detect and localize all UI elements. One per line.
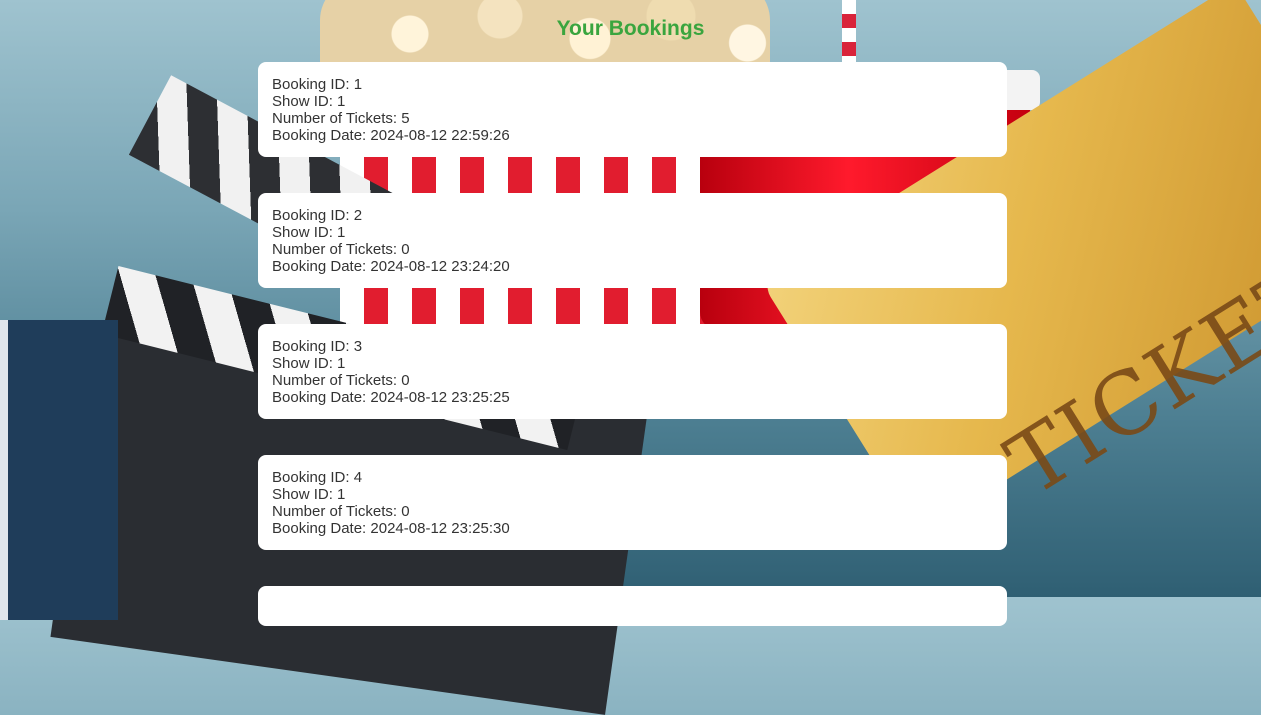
show-id: Show ID: 1: [272, 355, 346, 372]
booking-id: Booking ID: 4: [272, 469, 363, 486]
booking-date: Booking Date: 2024-08-12 23:25:25: [272, 389, 510, 406]
booking-id: Booking ID: 2: [272, 207, 363, 224]
booking-date: Booking Date: 2024-08-12 22:59:26: [272, 127, 510, 144]
bookings-page: Your Bookings Booking ID: 1 Show ID: 1 N…: [0, 0, 1261, 626]
booking-id: Booking ID: 3: [272, 338, 363, 355]
show-id: Show ID: 1: [272, 224, 346, 241]
ticket-count: Number of Tickets: 0: [272, 503, 410, 520]
booking-date: Booking Date: 2024-08-12 23:25:30: [272, 520, 510, 537]
page-title: Your Bookings: [556, 17, 705, 40]
booking-date: Booking Date: 2024-08-12 23:24:20: [272, 258, 510, 275]
show-id: Show ID: 1: [272, 486, 346, 503]
booking-id: Booking ID: 1: [272, 76, 363, 93]
ticket-count: Number of Tickets: 5: [272, 110, 410, 127]
booking-card: [258, 586, 1007, 626]
bookings-list: Booking ID: 1 Show ID: 1 Number of Ticke…: [258, 62, 1007, 626]
ticket-count: Number of Tickets: 0: [272, 372, 410, 389]
booking-card: Booking ID: 3 Show ID: 1 Number of Ticke…: [258, 324, 1007, 419]
ticket-count: Number of Tickets: 0: [272, 241, 410, 258]
booking-card: Booking ID: 2 Show ID: 1 Number of Ticke…: [258, 193, 1007, 288]
booking-card: Booking ID: 4 Show ID: 1 Number of Ticke…: [258, 455, 1007, 550]
booking-card: Booking ID: 1 Show ID: 1 Number of Ticke…: [258, 62, 1007, 157]
show-id: Show ID: 1: [272, 93, 346, 110]
